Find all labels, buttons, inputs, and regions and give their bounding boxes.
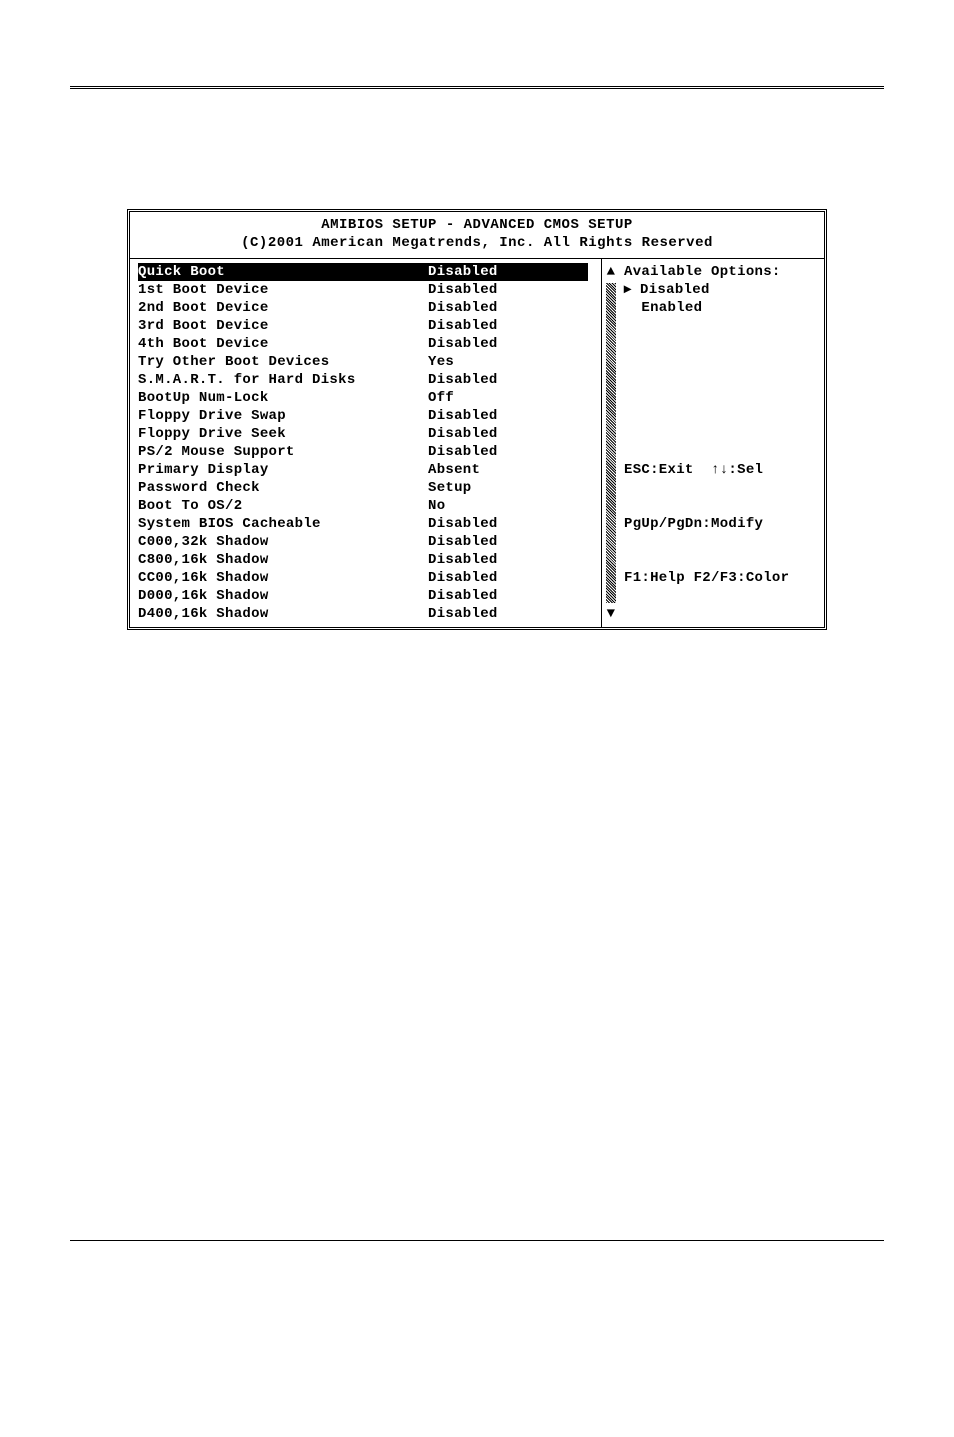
setting-label: 4th Boot Device bbox=[138, 335, 428, 353]
setting-label: PS/2 Mouse Support bbox=[138, 443, 428, 461]
setting-value: Absent bbox=[428, 461, 601, 479]
setting-value: Disabled bbox=[428, 317, 601, 335]
setting-row[interactable]: Password CheckSetup bbox=[138, 479, 601, 497]
setting-row[interactable]: D000,16k ShadowDisabled bbox=[138, 587, 601, 605]
setting-label: System BIOS Cacheable bbox=[138, 515, 428, 533]
options-list: ▸ Disabled Enabled bbox=[624, 281, 816, 317]
bios-title: AMIBIOS SETUP - ADVANCED CMOS SETUP bbox=[130, 216, 824, 234]
setting-label: 2nd Boot Device bbox=[138, 299, 428, 317]
settings-column[interactable]: Quick BootDisabled1st Boot DeviceDisable… bbox=[130, 259, 601, 627]
setting-label: Floppy Drive Swap bbox=[138, 407, 428, 425]
setting-value: Disabled bbox=[428, 299, 601, 317]
setting-row[interactable]: Floppy Drive SwapDisabled bbox=[138, 407, 601, 425]
setting-value: Disabled bbox=[428, 569, 601, 587]
setting-row[interactable]: D400,16k ShadowDisabled bbox=[138, 605, 601, 623]
scroll-up-arrow-icon[interactable]: ▲ bbox=[607, 263, 616, 281]
option-item[interactable]: ▸ Disabled bbox=[624, 281, 816, 299]
setting-row[interactable]: Floppy Drive SeekDisabled bbox=[138, 425, 601, 443]
setting-label: Floppy Drive Seek bbox=[138, 425, 428, 443]
page-top-divider bbox=[70, 86, 884, 89]
scroll-down-arrow-icon[interactable]: ▼ bbox=[607, 605, 616, 623]
setting-value: Setup bbox=[428, 479, 601, 497]
setting-row[interactable]: Try Other Boot DevicesYes bbox=[138, 353, 601, 371]
setting-value: Off bbox=[428, 389, 601, 407]
setting-label: BootUp Num-Lock bbox=[138, 389, 428, 407]
option-text: Disabled bbox=[631, 282, 709, 298]
setting-value: Disabled bbox=[428, 533, 601, 551]
setting-label: Password Check bbox=[138, 479, 428, 497]
setting-row[interactable]: BootUp Num-LockOff bbox=[138, 389, 601, 407]
setting-row[interactable]: Quick BootDisabled bbox=[138, 263, 588, 281]
footer-key-line: F1:Help F2/F3:Color bbox=[624, 569, 816, 587]
page-bottom-divider bbox=[70, 1240, 884, 1241]
setting-row[interactable]: 3rd Boot DeviceDisabled bbox=[138, 317, 601, 335]
option-item[interactable]: Enabled bbox=[624, 299, 816, 317]
setting-label: C800,16k Shadow bbox=[138, 551, 428, 569]
setting-row[interactable]: 2nd Boot DeviceDisabled bbox=[138, 299, 601, 317]
footer-key-line: PgUp/PgDn:Modify bbox=[624, 515, 816, 533]
bios-body: Quick BootDisabled1st Boot DeviceDisable… bbox=[130, 259, 824, 627]
setting-value: Disabled bbox=[428, 443, 601, 461]
scroll-track[interactable] bbox=[606, 283, 616, 603]
setting-row[interactable]: S.M.A.R.T. for Hard DisksDisabled bbox=[138, 371, 601, 389]
setting-row[interactable]: System BIOS CacheableDisabled bbox=[138, 515, 601, 533]
setting-label: D400,16k Shadow bbox=[138, 605, 428, 623]
setting-label: D000,16k Shadow bbox=[138, 587, 428, 605]
bios-window: AMIBIOS SETUP - ADVANCED CMOS SETUP (C)2… bbox=[127, 209, 827, 630]
setting-value: Disabled bbox=[428, 425, 601, 443]
option-marker-icon bbox=[624, 300, 633, 316]
setting-label: C000,32k Shadow bbox=[138, 533, 428, 551]
bios-copyright: (C)2001 American Megatrends, Inc. All Ri… bbox=[130, 234, 824, 252]
setting-label: CC00,16k Shadow bbox=[138, 569, 428, 587]
setting-row[interactable]: CC00,16k ShadowDisabled bbox=[138, 569, 601, 587]
setting-value: No bbox=[428, 497, 601, 515]
setting-row[interactable]: PS/2 Mouse SupportDisabled bbox=[138, 443, 601, 461]
options-heading: Available Options: bbox=[624, 263, 816, 281]
options-block: Available Options: ▸ Disabled Enabled bbox=[624, 263, 816, 317]
setting-label: Boot To OS/2 bbox=[138, 497, 428, 515]
setting-label: S.M.A.R.T. for Hard Disks bbox=[138, 371, 428, 389]
setting-row[interactable]: 1st Boot DeviceDisabled bbox=[138, 281, 601, 299]
setting-value: Disabled bbox=[428, 407, 601, 425]
setting-value: Disabled bbox=[428, 515, 601, 533]
setting-row[interactable]: 4th Boot DeviceDisabled bbox=[138, 335, 601, 353]
options-column: Available Options: ▸ Disabled Enabled ES… bbox=[620, 259, 824, 627]
footer-keys: ESC:Exit ↑↓:Sel PgUp/PgDn:Modify F1:Help… bbox=[624, 425, 816, 623]
setting-value: Disabled bbox=[428, 335, 601, 353]
setting-label: 1st Boot Device bbox=[138, 281, 428, 299]
setting-value: Disabled bbox=[428, 281, 601, 299]
setting-label: Primary Display bbox=[138, 461, 428, 479]
footer-key-line: ESC:Exit ↑↓:Sel bbox=[624, 461, 816, 479]
setting-value: Disabled bbox=[428, 551, 601, 569]
option-text: Enabled bbox=[633, 300, 703, 316]
setting-label: Quick Boot bbox=[138, 263, 428, 281]
setting-row[interactable]: C800,16k ShadowDisabled bbox=[138, 551, 601, 569]
setting-label: 3rd Boot Device bbox=[138, 317, 428, 335]
scrollbar[interactable]: ▲ ▼ bbox=[601, 259, 620, 627]
setting-label: Try Other Boot Devices bbox=[138, 353, 428, 371]
setting-value: Disabled bbox=[428, 263, 588, 281]
setting-value: Yes bbox=[428, 353, 601, 371]
setting-row[interactable]: Boot To OS/2No bbox=[138, 497, 601, 515]
setting-value: Disabled bbox=[428, 605, 601, 623]
setting-row[interactable]: C000,32k ShadowDisabled bbox=[138, 533, 601, 551]
setting-value: Disabled bbox=[428, 371, 601, 389]
setting-value: Disabled bbox=[428, 587, 601, 605]
bios-header: AMIBIOS SETUP - ADVANCED CMOS SETUP (C)2… bbox=[130, 212, 824, 259]
setting-row[interactable]: Primary DisplayAbsent bbox=[138, 461, 601, 479]
